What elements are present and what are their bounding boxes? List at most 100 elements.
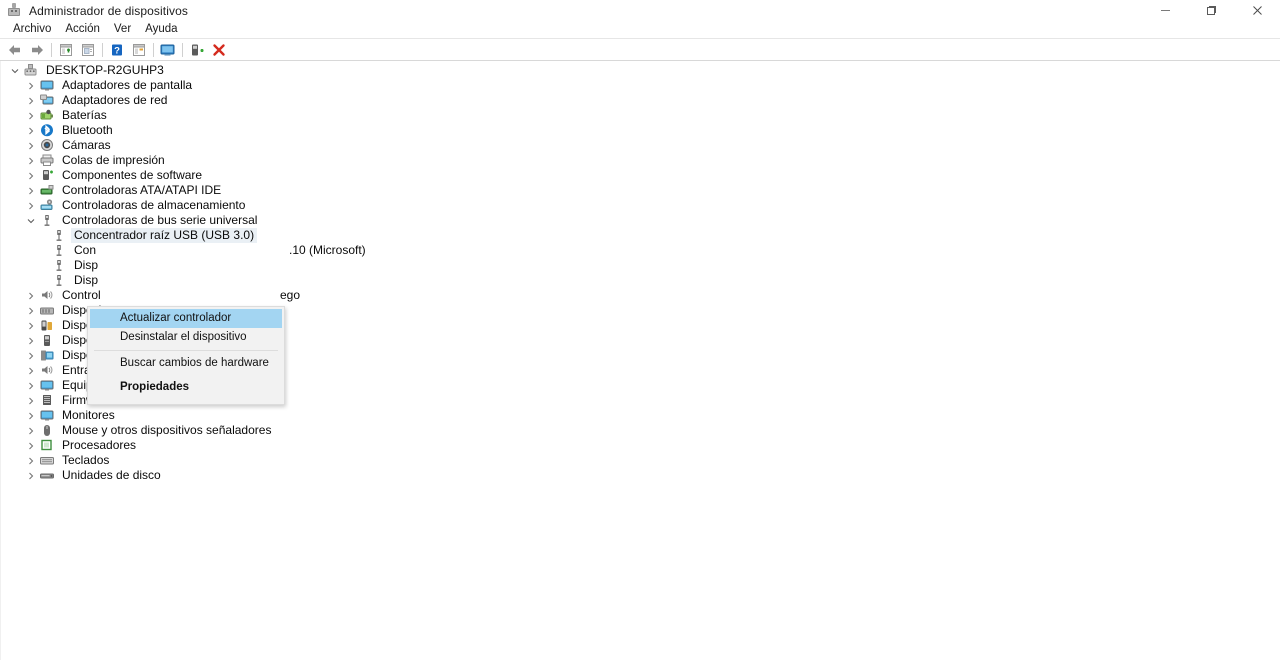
display-adapter-icon (39, 78, 55, 93)
help-icon[interactable]: ? (106, 40, 128, 60)
uninstall-device-icon[interactable] (208, 40, 230, 60)
mouse-icon (39, 423, 55, 438)
chevron-right-icon[interactable] (23, 363, 39, 378)
disk-drive-icon (39, 468, 55, 483)
chevron-right-icon[interactable] (23, 93, 39, 108)
svg-text:?: ? (114, 45, 120, 56)
storage-controller-icon (39, 198, 55, 213)
tree-item-label-suffix: .10 (Microsoft) (289, 243, 366, 257)
toolbar-separator (182, 42, 183, 57)
context-menu-spacer (88, 397, 284, 402)
tree-item-label: Componentes de software (62, 168, 203, 182)
view-icon[interactable] (128, 40, 150, 60)
chevron-right-icon[interactable] (23, 438, 39, 453)
chevron-right-icon[interactable] (23, 303, 39, 318)
tree-item-keyboards[interactable]: Teclados (1, 453, 1280, 468)
chevron-right-icon[interactable] (23, 423, 39, 438)
chevron-right-icon[interactable] (23, 318, 39, 333)
tree-item-disk-drives[interactable]: Unidades de disco (1, 468, 1280, 483)
tree-item-batteries[interactable]: Baterías (1, 108, 1280, 123)
tree-item-label: Disp (74, 273, 99, 287)
chevron-right-icon[interactable] (23, 393, 39, 408)
tree-item-network-adapters[interactable]: Adaptadores de red (1, 93, 1280, 108)
tree-item-mice[interactable]: Mouse y otros dispositivos señaladores (1, 423, 1280, 438)
ide-controller-icon (39, 183, 55, 198)
toolbar-separator (51, 42, 52, 57)
chevron-right-icon[interactable] (23, 198, 39, 213)
tree-item-print-queues[interactable]: Colas de impresión (1, 153, 1280, 168)
window-controls (1142, 0, 1280, 21)
tree-item-sound-controllers[interactable]: Control ego (1, 288, 1280, 303)
battery-icon (39, 108, 55, 123)
print-queue-icon (39, 153, 55, 168)
menu-ayuda[interactable]: Ayuda (138, 22, 184, 37)
context-menu[interactable]: Actualizar controlador Desinstalar el di… (87, 306, 285, 405)
show-hide-console-tree-icon[interactable] (55, 40, 77, 60)
chevron-down-icon[interactable] (7, 63, 23, 78)
minimize-button[interactable] (1142, 0, 1188, 21)
tree-item-usb-root-hub-selected[interactable]: Concentrador raíz USB (USB 3.0) (1, 228, 1280, 243)
context-menu-item-properties[interactable]: Propiedades (90, 378, 282, 397)
menu-accion[interactable]: Acción (58, 22, 107, 37)
tree-item-label: Controladoras de bus serie universal (62, 213, 258, 227)
usb-hub-icon (51, 243, 67, 258)
close-button[interactable] (1234, 0, 1280, 21)
context-menu-item-scan-hardware[interactable]: Buscar cambios de hardware (90, 354, 282, 373)
usb-controller-icon (39, 213, 55, 228)
imaging-device-icon (39, 303, 55, 318)
tree-item-ide-controllers[interactable]: Controladoras ATA/ATAPI IDE (1, 183, 1280, 198)
tree-item-processors[interactable]: Procesadores (1, 438, 1280, 453)
chevron-down-icon[interactable] (23, 213, 39, 228)
chevron-right-icon[interactable] (23, 348, 39, 363)
chevron-right-icon[interactable] (23, 408, 39, 423)
chevron-right-icon[interactable] (23, 288, 39, 303)
tree-item-software-components[interactable]: Componentes de software (1, 168, 1280, 183)
tree-item-label: Mouse y otros dispositivos señaladores (62, 423, 272, 437)
chevron-right-icon[interactable] (23, 123, 39, 138)
chevron-right-icon[interactable] (23, 333, 39, 348)
toolbar-separator (102, 42, 103, 57)
tree-item-label: Cámaras (62, 138, 111, 152)
tree-item-label: Controladoras de almacenamiento (62, 198, 246, 212)
menu-ver[interactable]: Ver (107, 22, 138, 37)
tree-pane[interactable]: DESKTOP-R2GUHP3 Adaptadores de pantalla (0, 61, 1280, 660)
update-driver-icon[interactable] (186, 40, 208, 60)
tree-item-usb-child-1[interactable]: Con .10 (Microsoft) (1, 243, 1280, 258)
chevron-right-icon[interactable] (23, 138, 39, 153)
chevron-right-icon[interactable] (23, 168, 39, 183)
chevron-right-icon[interactable] (23, 108, 39, 123)
computer-icon (23, 63, 39, 78)
tree-root-node[interactable]: DESKTOP-R2GUHP3 (1, 63, 1280, 78)
tree-item-monitors[interactable]: Monitores (1, 408, 1280, 423)
context-menu-item-uninstall-device[interactable]: Desinstalar el dispositivo (90, 328, 282, 347)
tree-item-label: Adaptadores de red (62, 93, 168, 107)
chevron-right-icon[interactable] (23, 78, 39, 93)
maximize-button[interactable] (1188, 0, 1234, 21)
tree-item-display-adapters[interactable]: Adaptadores de pantalla (1, 78, 1280, 93)
tree-item-label: Bluetooth (62, 123, 113, 137)
scan-hardware-icon[interactable] (157, 40, 179, 60)
chevron-right-icon[interactable] (23, 183, 39, 198)
tree-item-cameras[interactable]: Cámaras (1, 138, 1280, 153)
chevron-right-icon[interactable] (23, 468, 39, 483)
properties-icon[interactable] (77, 40, 99, 60)
usb-hub-icon (51, 228, 67, 243)
computer-node-icon (39, 378, 55, 393)
processor-icon (39, 438, 55, 453)
tree-item-usb-child-3[interactable]: Disp (1, 273, 1280, 288)
context-menu-item-update-driver[interactable]: Actualizar controlador (90, 309, 282, 328)
keyboard-icon (39, 453, 55, 468)
tree-item-usb-child-2[interactable]: Disp (1, 258, 1280, 273)
tree-item-label: Concentrador raíz USB (USB 3.0) (71, 228, 258, 243)
chevron-right-icon[interactable] (23, 153, 39, 168)
forward-arrow-icon[interactable] (26, 40, 48, 60)
menu-archivo[interactable]: Archivo (6, 22, 58, 37)
tree-item-usb-controllers[interactable]: Controladoras de bus serie universal (1, 213, 1280, 228)
chevron-right-icon[interactable] (23, 453, 39, 468)
tree-item-bluetooth[interactable]: Bluetooth (1, 123, 1280, 138)
tree-item-storage-controllers[interactable]: Controladoras de almacenamiento (1, 198, 1280, 213)
chevron-right-icon[interactable] (23, 378, 39, 393)
device-manager-icon (7, 2, 23, 19)
back-arrow-icon[interactable] (4, 40, 26, 60)
tree-item-label: Unidades de disco (62, 468, 161, 482)
